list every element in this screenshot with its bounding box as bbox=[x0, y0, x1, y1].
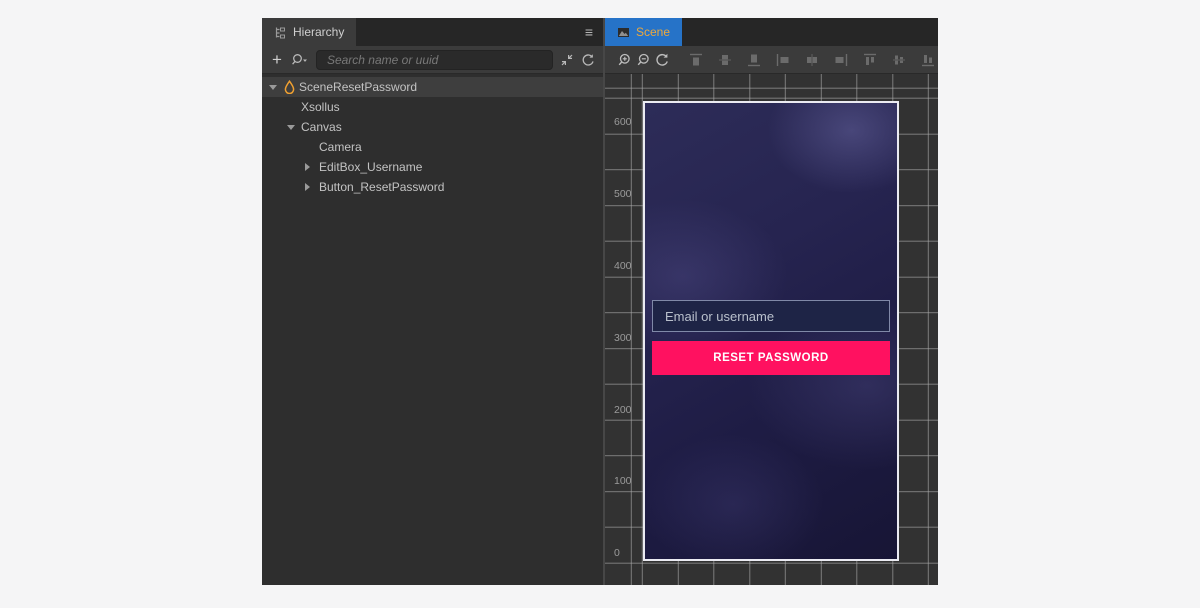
collapse-arrow-icon[interactable] bbox=[305, 163, 319, 171]
tree-node-scene-reset-password[interactable]: SceneResetPassword bbox=[262, 77, 603, 97]
tree-node-editbox-username[interactable]: EditBox_Username bbox=[262, 157, 603, 177]
tree-node-label: Button_ResetPassword bbox=[319, 180, 444, 194]
email-username-field[interactable] bbox=[652, 300, 890, 332]
tree-node-canvas[interactable]: Canvas bbox=[262, 117, 603, 137]
tree-node-button-resetpassword[interactable]: Button_ResetPassword bbox=[262, 177, 603, 197]
align-left-icon[interactable] bbox=[775, 52, 791, 68]
ruler-label: 100 bbox=[614, 475, 632, 487]
align-top-icon[interactable] bbox=[688, 52, 704, 68]
ruler-label: 300 bbox=[614, 332, 632, 344]
hierarchy-tab-bar: Hierarchy ≡ bbox=[262, 18, 603, 46]
distribute-bottom-icon[interactable] bbox=[920, 52, 936, 68]
tree-node-label: Xsollus bbox=[301, 100, 340, 114]
ruler-label: 400 bbox=[614, 260, 632, 272]
expand-arrow-icon[interactable] bbox=[269, 85, 283, 90]
align-v-center-icon[interactable] bbox=[717, 52, 733, 68]
search-filter-icon[interactable] bbox=[291, 53, 309, 67]
tab-hierarchy[interactable]: Hierarchy bbox=[262, 18, 356, 46]
reset-password-button[interactable]: RESET PASSWORD bbox=[652, 341, 890, 375]
zoom-in-icon[interactable] bbox=[616, 52, 632, 68]
tree-node-label: SceneResetPassword bbox=[299, 80, 417, 94]
hierarchy-panel: Hierarchy ≡ + SceneResetPasswo bbox=[262, 18, 603, 585]
tree-node-label: Canvas bbox=[301, 120, 342, 134]
collapse-arrow-icon[interactable] bbox=[305, 183, 319, 191]
collapse-all-icon[interactable] bbox=[560, 53, 574, 67]
scene-image-icon bbox=[617, 26, 630, 39]
align-h-center-icon[interactable] bbox=[804, 52, 820, 68]
scene-viewport[interactable]: 600 500 400 300 200 100 0 RESET PASSWORD bbox=[605, 74, 938, 585]
scene-toolbar bbox=[605, 46, 938, 74]
expand-arrow-icon[interactable] bbox=[287, 125, 301, 130]
add-node-button[interactable]: + bbox=[270, 51, 284, 68]
hierarchy-toolbar: + bbox=[262, 46, 603, 74]
ruler-label: 0 bbox=[614, 547, 620, 559]
tab-scene-label: Scene bbox=[636, 25, 670, 39]
ruler-label: 200 bbox=[614, 404, 632, 416]
hierarchy-tree-icon bbox=[274, 26, 287, 39]
tree-node-label: EditBox_Username bbox=[319, 160, 422, 174]
scene-tab-bar: Scene bbox=[605, 18, 938, 46]
hierarchy-tree: SceneResetPassword Xsollus Canvas Camera… bbox=[262, 74, 603, 585]
tree-node-xsollus[interactable]: Xsollus bbox=[262, 97, 603, 117]
reset-view-icon[interactable] bbox=[654, 52, 670, 68]
distribute-v-center-icon[interactable] bbox=[891, 52, 907, 68]
align-right-icon[interactable] bbox=[833, 52, 849, 68]
tree-node-label: Camera bbox=[319, 140, 362, 154]
tab-hierarchy-label: Hierarchy bbox=[293, 25, 344, 39]
scene-asset-icon bbox=[283, 80, 299, 94]
ruler-label: 500 bbox=[614, 188, 632, 200]
hierarchy-panel-menu-icon[interactable]: ≡ bbox=[575, 18, 603, 46]
editor-window: Hierarchy ≡ + SceneResetPasswo bbox=[262, 18, 938, 585]
distribute-top-icon[interactable] bbox=[862, 52, 878, 68]
design-canvas-mockup[interactable]: RESET PASSWORD bbox=[643, 101, 899, 561]
scene-panel: Scene bbox=[605, 18, 938, 585]
tree-node-camera[interactable]: Camera bbox=[262, 137, 603, 157]
zoom-out-icon[interactable] bbox=[635, 52, 651, 68]
ruler-label: 600 bbox=[614, 116, 632, 128]
refresh-icon[interactable] bbox=[581, 53, 595, 67]
tab-scene[interactable]: Scene bbox=[605, 18, 682, 46]
align-bottom-icon[interactable] bbox=[746, 52, 762, 68]
search-input[interactable] bbox=[316, 50, 553, 70]
